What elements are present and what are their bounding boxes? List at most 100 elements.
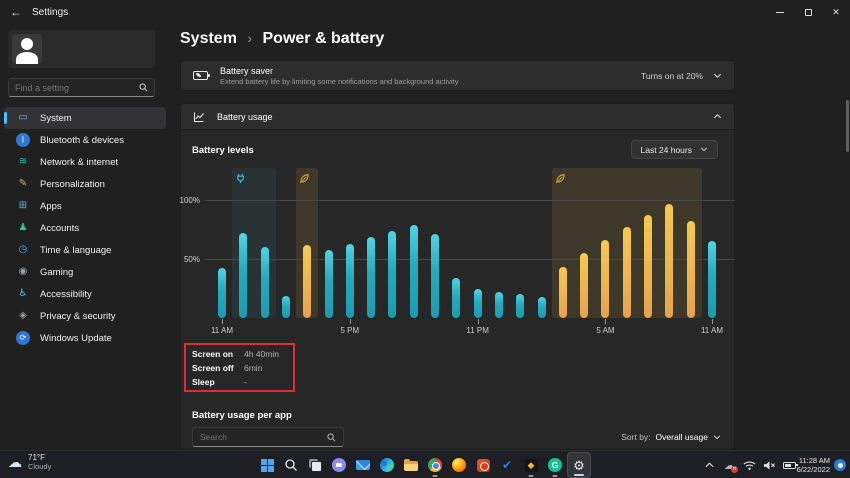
battery-usage-per-app-label: Battery usage per app (192, 410, 292, 421)
back-button[interactable]: ← (10, 5, 22, 19)
todo-button[interactable]: ✔ (495, 452, 519, 478)
battery-level-bar (580, 253, 589, 318)
chrome-button[interactable] (423, 452, 447, 478)
weather-condition: Cloudy (28, 462, 52, 471)
taskbar-clock[interactable]: 11:28 AM 6/22/2022 (797, 456, 830, 474)
battery-level-bar (431, 234, 440, 318)
battery-level-bar (686, 221, 695, 318)
red-annotation-box (184, 343, 295, 392)
find-setting-input[interactable] (15, 82, 139, 93)
breadcrumb-separator: › (247, 30, 253, 46)
battery-level-bar (516, 294, 525, 318)
volume-muted-button[interactable] (763, 459, 776, 472)
task-view-button[interactable] (303, 452, 327, 478)
accessibility-icon: ♿ (18, 288, 28, 299)
battery-level-bar (281, 295, 290, 318)
app-search-input[interactable] (200, 432, 327, 442)
file-explorer-button[interactable] (399, 452, 423, 478)
sidebar-item-personalization[interactable]: ✎ Personalization (4, 173, 166, 195)
user-account-block[interactable] (8, 30, 155, 68)
sidebar-item-gaming[interactable]: ◉ Gaming (4, 261, 166, 283)
taskbar-search-button[interactable] (279, 452, 303, 478)
time-range-dropdown[interactable]: Last 24 hours (631, 140, 718, 159)
start-button[interactable] (255, 452, 279, 478)
sidebar-item-windows-update[interactable]: ⟳ Windows Update (4, 327, 166, 349)
gaming-icon: ◉ (18, 266, 28, 277)
clock-date: 6/22/2022 (796, 465, 830, 474)
sidebar-item-time-language[interactable]: ◷ Time & language (4, 239, 166, 261)
battery-saver-row[interactable]: Battery saver Extend battery life by lim… (180, 60, 735, 91)
time-language-icon: ◷ (18, 244, 28, 255)
apps-icon: ⊞ (18, 200, 28, 211)
sidebar-item-apps[interactable]: ⊞ Apps (4, 195, 166, 217)
binance-button[interactable]: ◆ (519, 452, 543, 478)
check-icon: ✔ (501, 458, 513, 472)
x-axis-label: 11 AM (700, 326, 724, 335)
mail-icon (356, 460, 370, 470)
battery-level-bar (218, 268, 226, 318)
sidebar-item-label: Gaming (40, 266, 74, 278)
battery-tray-button[interactable] (783, 459, 798, 472)
wifi-button[interactable] (743, 459, 756, 472)
sidebar-item-bluetooth-devices[interactable]: ᛒ Bluetooth & devices (4, 129, 166, 151)
chevron-down-icon[interactable] (713, 71, 722, 80)
battery-levels-label: Battery levels (192, 145, 254, 156)
gridline (205, 259, 735, 260)
windows-update-icon: ⟳ (16, 331, 30, 345)
sidebar-search-box[interactable] (8, 78, 155, 97)
office-button[interactable] (471, 452, 495, 478)
cloud-icon: ☁ (8, 453, 22, 470)
mail-button[interactable] (351, 452, 375, 478)
search-icon (285, 459, 297, 471)
sidebar-nav: ▭ System ᛒ Bluetooth & devices ≋ Network & in… (4, 107, 166, 349)
maximize-button[interactable] (794, 0, 822, 24)
sidebar-item-label: Network & internet (40, 156, 119, 168)
notification-badge[interactable] (834, 459, 846, 471)
weather-widget[interactable]: ☁ 71°F Cloudy (8, 453, 51, 471)
sidebar-item-label: Privacy & security (40, 310, 116, 322)
leaf-icon (299, 171, 310, 183)
sidebar-item-label: Time & language (40, 244, 112, 256)
onedrive-error-button[interactable]: ☁ ✕ (723, 459, 738, 473)
x-axis-tick (711, 319, 713, 324)
grammarly-button[interactable]: G (543, 452, 567, 478)
firefox-button[interactable] (447, 452, 471, 478)
sidebar-item-privacy-security[interactable]: ◈ Privacy & security (4, 305, 166, 327)
scrollbar[interactable] (846, 100, 849, 152)
sort-by-dropdown[interactable]: Sort by: Overall usage (621, 432, 722, 442)
battery-level-bar (260, 247, 269, 318)
close-button[interactable]: ✕ (822, 0, 850, 24)
network-icon: ≋ (18, 156, 28, 167)
x-axis-tick (349, 319, 351, 324)
system-tray: ☁ ✕ (703, 451, 798, 478)
sidebar-item-network-internet[interactable]: ≋ Network & internet (4, 151, 166, 173)
battery-level-bar (367, 236, 376, 318)
task-view-icon (308, 458, 322, 472)
sort-by-value: Overall usage (655, 432, 708, 442)
chrome-icon (428, 458, 442, 472)
sidebar-item-accessibility[interactable]: ♿ Accessibility (4, 283, 166, 305)
search-icon (139, 83, 148, 92)
leaf-icon (555, 171, 566, 183)
sidebar-item-label: Accessibility (40, 288, 92, 300)
close-icon: ✕ (832, 6, 840, 17)
hidden-icons-button[interactable] (703, 459, 716, 472)
window-title: Settings (32, 7, 69, 18)
chevron-up-icon[interactable] (713, 112, 722, 121)
minimize-button[interactable] (766, 0, 794, 24)
app-search-box[interactable] (192, 427, 344, 447)
sidebar-item-system[interactable]: ▭ System (4, 107, 166, 129)
breadcrumb-system[interactable]: System (180, 30, 237, 47)
battery-usage-expander[interactable]: Battery usage (180, 103, 735, 130)
chat-button[interactable] (327, 452, 351, 478)
chevron-down-icon (700, 145, 709, 154)
page-title: Power & battery (262, 30, 385, 47)
sidebar-item-accounts[interactable]: ♟ Accounts (4, 217, 166, 239)
settings-app-button[interactable]: ⚙ (567, 452, 591, 478)
chevron-up-icon (705, 462, 714, 468)
taskbar-icons: ✔ ◆ G ⚙ (255, 452, 591, 478)
firefox-icon (452, 458, 466, 472)
sort-by-label: Sort by: (621, 432, 651, 442)
edge-button[interactable] (375, 452, 399, 478)
search-icon (327, 432, 336, 441)
